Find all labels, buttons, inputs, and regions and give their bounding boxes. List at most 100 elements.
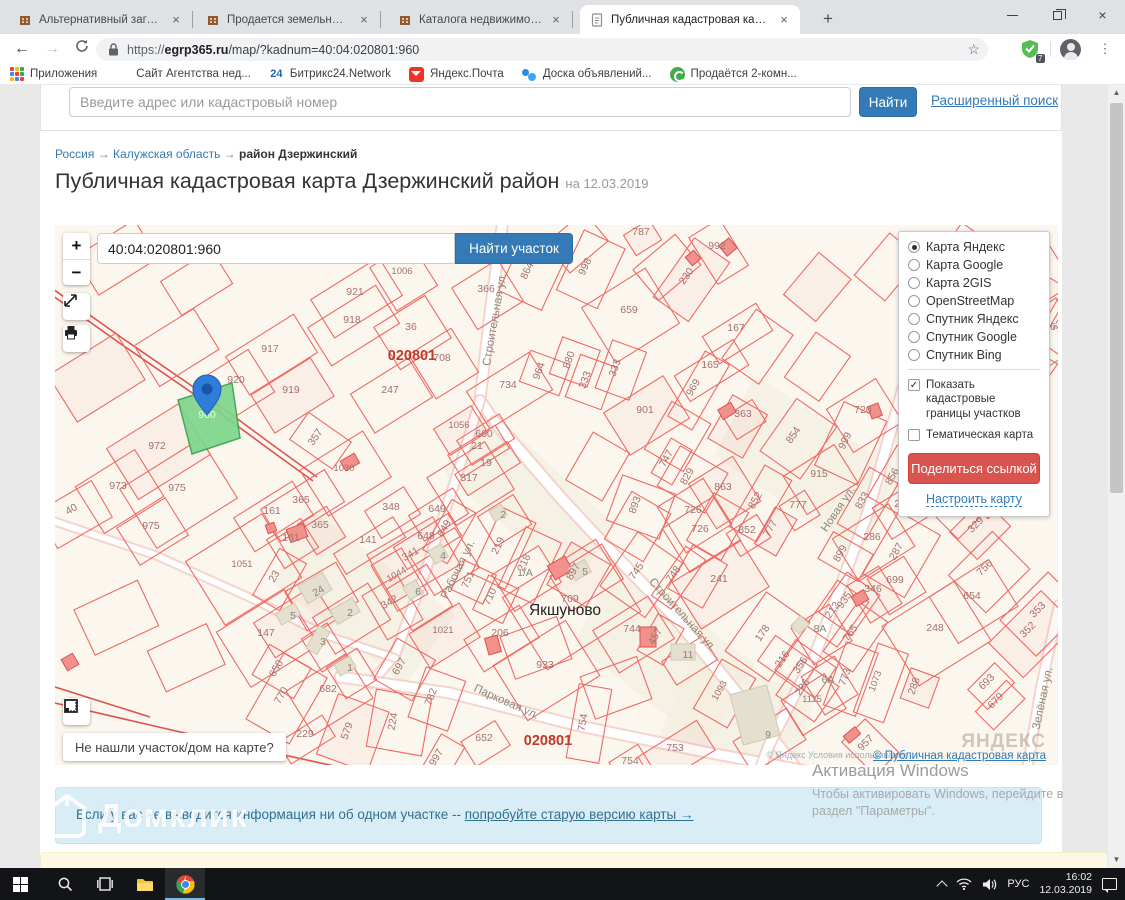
cadastral-map[interactable]: 9607879923761006366864998230921918917366… <box>55 225 1058 765</box>
old-map-link[interactable]: попробуйте старую версию карты → <box>465 807 694 822</box>
parcel-label: 6 <box>415 586 421 598</box>
parcel-label: 682 <box>319 683 337 695</box>
fullscreen-button[interactable] <box>63 293 90 320</box>
close-icon: × <box>1098 7 1106 23</box>
tray-chevron-icon[interactable] <box>937 880 948 891</box>
clock[interactable]: 16:02 12.03.2019 <box>1039 871 1092 897</box>
new-tab-button[interactable]: + <box>816 8 840 32</box>
basemap-radio-3[interactable]: Карта 2GIS <box>908 276 1040 290</box>
not-found-button[interactable]: Не нашли участок/дом на карте? <box>63 733 286 761</box>
tab-title: Каталога недвижимости - Сайт <box>419 14 542 26</box>
basemap-radio-4[interactable]: OpenStreetMap <box>908 294 1040 308</box>
zoom-in-button[interactable]: + <box>63 233 90 259</box>
bookmark-label: Продаётся 2-комн... <box>691 68 797 80</box>
parcel-label: 348 <box>382 501 400 513</box>
extension-icon[interactable]: 7 <box>1020 39 1041 60</box>
tab-3[interactable]: Каталога недвижимости - Сайт × <box>388 5 572 34</box>
map-search: Найти участок <box>97 233 573 264</box>
overlay-checkbox-2[interactable]: Тематическая карта <box>908 428 1040 442</box>
page-scrollbar[interactable]: ▲ ▼ <box>1108 85 1125 868</box>
action-center-icon[interactable] <box>1102 878 1117 890</box>
radio-icon <box>908 241 920 253</box>
print-button[interactable] <box>63 325 90 352</box>
address-search-input[interactable] <box>69 87 851 117</box>
expand-icon <box>63 293 78 308</box>
scrollbar-thumb[interactable] <box>1110 103 1123 493</box>
taskbar-search-button[interactable] <box>45 868 85 900</box>
zoom-out-button[interactable]: − <box>63 259 90 285</box>
breadcrumb-region[interactable]: Калужская область <box>113 147 220 161</box>
parcel-label: 901 <box>636 404 654 416</box>
back-button[interactable]: ← <box>10 37 34 61</box>
task-view-button[interactable] <box>85 868 125 900</box>
screen: Альтернативный заголовок×Продается земел… <box>0 0 1125 900</box>
file-explorer-button[interactable] <box>125 868 165 900</box>
restore-button[interactable] <box>1035 0 1080 30</box>
parcel-label: 744 <box>623 623 641 635</box>
parcel-label: 365 <box>311 519 329 531</box>
page: Найти Расширенный поиск Россия → Калужск… <box>0 85 1108 868</box>
parcel-label: 659 <box>620 304 638 316</box>
close-button[interactable]: × <box>1080 0 1125 30</box>
restore-icon <box>1053 11 1062 20</box>
tab-4[interactable]: Публичная кадастровая карта Д× <box>580 5 800 34</box>
tab-close-icon[interactable]: × <box>356 12 372 27</box>
measure-button[interactable] <box>63 698 90 725</box>
overlay-checkbox-1[interactable]: ✓Показать кадастровые границы участков <box>908 378 1040 421</box>
bookmark-5[interactable]: Доска объявлений... <box>522 67 652 82</box>
bookmark-label: Приложения <box>30 68 97 80</box>
reload-button[interactable] <box>70 37 94 61</box>
breadcrumb: Россия → Калужская область → район Дзерж… <box>55 147 357 161</box>
language-indicator[interactable]: РУС <box>1007 878 1029 890</box>
radio-label: Спутник Google <box>926 330 1017 344</box>
radio-label: Карта 2GIS <box>926 276 991 290</box>
kadnum-input[interactable] <box>97 233 455 264</box>
start-button[interactable] <box>0 868 40 900</box>
parcel-label: 4 <box>440 550 446 562</box>
share-link-button[interactable]: Поделиться ссылкой <box>908 453 1040 484</box>
find-button[interactable]: Найти <box>859 87 917 117</box>
bookmark-6[interactable]: Продаётся 2-комн... <box>670 67 797 82</box>
parcel-label: 753 <box>666 742 684 754</box>
scroll-down-arrow[interactable]: ▼ <box>1108 852 1125 868</box>
bookmark-3[interactable]: 24Битрикс24.Network <box>269 67 391 82</box>
breadcrumb-russia[interactable]: Россия <box>55 147 94 161</box>
parcel-label: 147 <box>257 627 275 639</box>
tab-2[interactable]: Продается земельный участок,× <box>196 5 380 34</box>
scroll-up-arrow[interactable]: ▲ <box>1108 85 1125 101</box>
b24-icon: 24 <box>269 67 284 82</box>
tab-close-icon[interactable]: × <box>168 12 184 27</box>
bookmark-2[interactable]: Сайт Агентства нед... <box>115 67 251 82</box>
configure-map-link[interactable]: Настроить карту <box>908 492 1040 506</box>
apps-grid-icon <box>10 67 24 81</box>
radio-icon <box>908 331 920 343</box>
parcel-label: 36 <box>405 321 417 333</box>
volume-icon[interactable] <box>982 878 997 891</box>
wifi-icon[interactable] <box>956 878 972 890</box>
url-bar[interactable]: https://egrp365.ru/map/?kadnum=40:04:020… <box>96 38 988 61</box>
attribution-link[interactable]: © Публичная кадастровая карта <box>873 750 1046 762</box>
chrome-taskbar-button[interactable] <box>165 868 205 900</box>
parcel-label: 2 <box>347 607 353 619</box>
bookmark-star-icon[interactable]: ☆ <box>967 41 980 58</box>
breadcrumb-sep: → <box>98 147 110 161</box>
basemap-radio-7[interactable]: Спутник Bing <box>908 348 1040 362</box>
advanced-search-link[interactable]: Расширенный поиск <box>931 93 1058 108</box>
profile-avatar[interactable] <box>1060 39 1081 60</box>
minimize-button[interactable] <box>990 0 1035 30</box>
tab-close-icon[interactable]: × <box>548 12 564 27</box>
parcel-label: 206 <box>491 627 509 639</box>
bookmark-4[interactable]: Яндекс.Почта <box>409 67 504 82</box>
forward-button[interactable]: → <box>40 37 64 61</box>
tab-close-icon[interactable]: × <box>776 12 792 27</box>
browser-menu-button[interactable]: ⋮ <box>1095 37 1115 61</box>
parcel-label: 1021 <box>432 625 453 636</box>
basemap-radio-1[interactable]: Карта Яндекс <box>908 240 1040 254</box>
basemap-radio-6[interactable]: Спутник Google <box>908 330 1040 344</box>
parcel-label: 366 <box>477 283 495 295</box>
tab-1[interactable]: Альтернативный заголовок× <box>8 5 192 34</box>
find-parcel-button[interactable]: Найти участок <box>455 233 573 264</box>
bookmark-1[interactable]: Приложения <box>10 67 97 81</box>
basemap-radio-2[interactable]: Карта Google <box>908 258 1040 272</box>
basemap-radio-5[interactable]: Спутник Яндекс <box>908 312 1040 326</box>
